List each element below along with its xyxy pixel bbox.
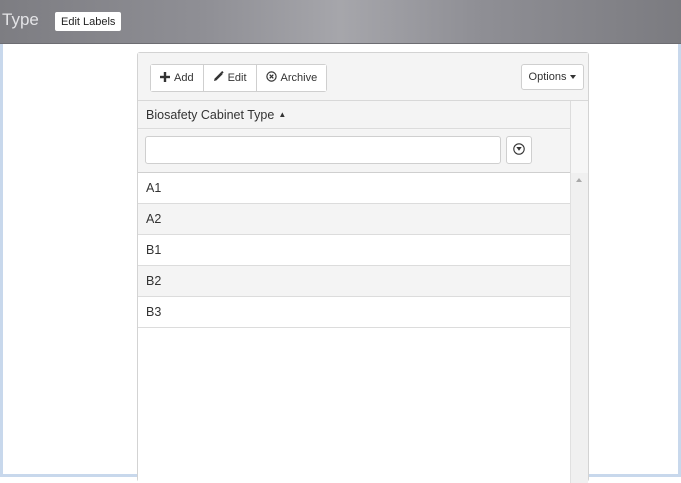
scroll-up-icon[interactable]	[576, 178, 582, 182]
options-dropdown-button[interactable]: Options	[521, 64, 584, 90]
table-row[interactable]: B2	[138, 266, 570, 297]
page-header: Type Edit Labels	[0, 0, 681, 44]
circle-x-icon	[265, 71, 277, 85]
edit-labels-button[interactable]: Edit Labels	[55, 12, 122, 31]
column-filter-input[interactable]	[145, 136, 501, 164]
edit-button[interactable]: Edit	[203, 65, 257, 91]
archive-button[interactable]: Archive	[256, 65, 327, 91]
action-button-group: Add Edit Archive	[150, 64, 328, 92]
vertical-scrollbar[interactable]	[571, 173, 588, 483]
plus-icon	[160, 71, 170, 85]
filter-row	[138, 130, 570, 173]
filter-button[interactable]	[506, 136, 532, 164]
filter-icon	[513, 142, 525, 158]
add-button-label: Add	[174, 72, 194, 84]
column-header-label: Biosafety Cabinet Type	[146, 107, 275, 122]
column-header-biosafety-cabinet-type[interactable]: Biosafety Cabinet Type ▲	[138, 101, 570, 129]
table-row[interactable]: B3	[138, 297, 570, 328]
table-row[interactable]: A2	[138, 204, 570, 235]
archive-button-label: Archive	[280, 72, 318, 84]
grid-toolbar: Add Edit Archive Options	[138, 53, 588, 101]
chevron-down-icon	[570, 75, 577, 79]
table-row[interactable]: B1	[138, 235, 570, 266]
add-button[interactable]: Add	[151, 65, 204, 91]
sort-asc-icon: ▲	[278, 110, 287, 119]
grid-panel: Add Edit Archive Options Biosafety Cabin…	[137, 52, 589, 483]
table-row[interactable]: A1	[138, 173, 570, 204]
edit-button-label: Edit	[227, 72, 247, 84]
pencil-icon	[213, 70, 224, 85]
options-label: Options	[528, 71, 567, 83]
header-divider	[570, 101, 571, 173]
page-title: Type	[2, 10, 39, 29]
grid-rows: A1 A2 B1 B2 B3	[138, 173, 571, 483]
